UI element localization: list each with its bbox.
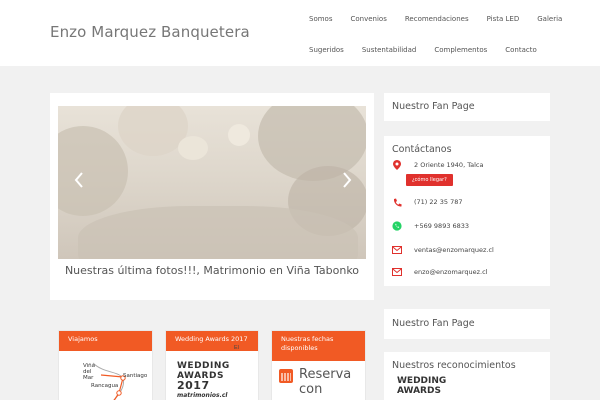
contact-widget: Contáctanos 2 Oriente 1940, Talca ¿cómo … — [384, 136, 550, 286]
map-label-santiago: Santiago — [123, 373, 148, 379]
whatsapp-text[interactable]: +569 9893 6833 — [414, 222, 469, 230]
card-fechas-disponibles[interactable]: Nuestras fechas disponibles Reserva con — [271, 330, 366, 400]
email1-row: ventas@enzomarquez.cl — [392, 245, 494, 255]
nav-item-recomendaciones[interactable]: Recomendaciones — [396, 9, 478, 29]
nav-item-pista-led[interactable]: Pista LED — [478, 9, 529, 29]
fan-page-widget: Nuestro Fan Page — [384, 93, 550, 121]
email1-text[interactable]: ventas@enzomarquez.cl — [414, 246, 494, 254]
nav-row-2: Sugeridos Sustentabilidad Complementos C… — [300, 40, 590, 60]
site-title[interactable]: Enzo Marquez Banquetera — [50, 23, 250, 41]
chevron-right-icon[interactable] — [340, 172, 354, 192]
phone-text[interactable]: (71) 22 35 787 — [414, 198, 463, 206]
main-nav: Somos Convenios Recomendaciones Pista LE… — [300, 9, 590, 71]
widget-title: Nuestros reconocimientos — [392, 360, 516, 371]
nav-item-sustentabilidad[interactable]: Sustentabilidad — [353, 40, 426, 60]
site-header: Enzo Marquez Banquetera Somos Convenios … — [0, 0, 600, 66]
widget-title: Nuestro Fan Page — [392, 318, 475, 329]
awards-widget: Nuestros reconocimientos WEDDING AWARDS — [384, 352, 550, 400]
address-text: 2 Oriente 1940, Talca — [414, 161, 484, 169]
photo-lamp — [178, 136, 208, 160]
nav-item-convenios[interactable]: Convenios — [341, 9, 395, 29]
wedding-awards-logo: WEDDING AWARDS — [397, 376, 447, 396]
card-title: Wedding Awards 2017 — [166, 331, 258, 351]
card-viajamos[interactable]: Viajamos Viña del Mar Santiago Rancagua — [58, 330, 153, 400]
slider-caption: Nuestras última fotos!!!, Matrimonio en … — [64, 264, 360, 277]
slider-card: Nuestras última fotos!!!, Matrimonio en … — [50, 93, 374, 300]
photo-crowd — [78, 206, 358, 259]
email2-row: enzo@enzomarquez.cl — [392, 267, 488, 277]
wedding-awards-logo: WEDDING AWARDS 2017 matrimonios.cl — [177, 361, 230, 399]
nav-item-galeria[interactable]: Galeria — [528, 9, 571, 29]
address-row: 2 Oriente 1940, Talca — [392, 160, 483, 170]
card-title: Nuestras fechas disponibles — [272, 331, 365, 361]
map-label-vina: Viña del Mar — [83, 363, 96, 381]
envelope-icon — [392, 245, 402, 255]
email2-text[interactable]: enzo@enzomarquez.cl — [414, 268, 488, 276]
calendar-icon — [279, 369, 293, 383]
card-wedding-awards[interactable]: Wedding Awards 2017 WEDDING AWARDS 2017 … — [165, 330, 259, 400]
map-pin-icon — [392, 160, 402, 170]
chevron-left-icon[interactable] — [72, 172, 86, 192]
envelope-icon — [392, 267, 402, 277]
award-side-text: El — [234, 345, 239, 351]
nav-item-complementos[interactable]: Complementos — [425, 40, 496, 60]
reserva-text: Reserva con — [299, 367, 352, 397]
nav-item-somos[interactable]: Somos — [300, 9, 341, 29]
card-title: Viajamos — [59, 331, 152, 351]
nav-row-1: Somos Convenios Recomendaciones Pista LE… — [300, 9, 590, 29]
widget-title: Nuestro Fan Page — [392, 101, 475, 112]
photo-lamp — [228, 124, 250, 146]
phone-icon — [392, 197, 402, 207]
nav-item-sugeridos[interactable]: Sugeridos — [300, 40, 353, 60]
nav-item-contacto[interactable]: Contacto — [496, 40, 546, 60]
whatsapp-icon — [392, 221, 402, 231]
whatsapp-row: +569 9893 6833 — [392, 221, 469, 231]
fan-page-widget-2: Nuestro Fan Page — [384, 309, 550, 339]
map-label-rancagua: Rancagua — [91, 383, 119, 389]
photo-slider[interactable] — [58, 106, 366, 259]
widget-title: Contáctanos — [392, 144, 452, 155]
phone-row: (71) 22 35 787 — [392, 197, 463, 207]
como-llegar-button[interactable]: ¿cómo llegar? — [406, 174, 453, 186]
